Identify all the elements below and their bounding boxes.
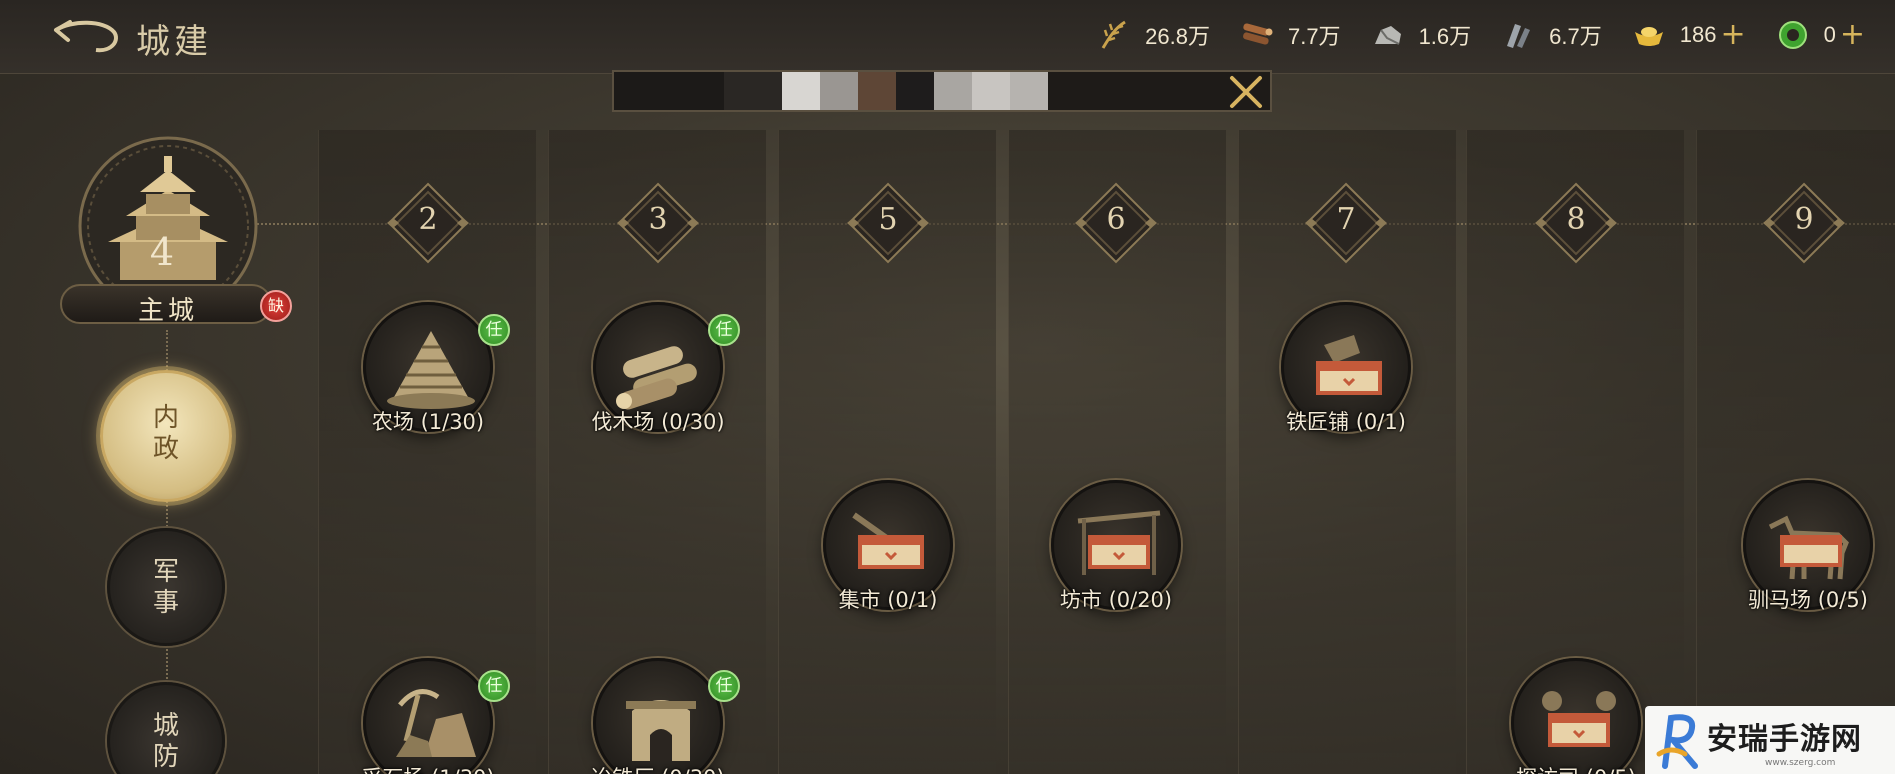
iron-amount: 6.7万	[1549, 24, 1602, 49]
building-blacksmith[interactable]: 铁匠铺 (0/1)	[1276, 302, 1416, 436]
tier-number: 2	[418, 202, 438, 237]
add-gold-button[interactable]: +	[1720, 20, 1745, 50]
tier-marker: 6	[1073, 180, 1159, 266]
main-city-level: 4	[149, 230, 175, 274]
resource-stone: 1.6万	[1371, 18, 1472, 52]
jade-icon	[1778, 21, 1807, 49]
building-visit-office[interactable]: 探访司 (0/5)	[1506, 658, 1646, 774]
smelter-icon	[626, 700, 696, 761]
tab-military[interactable]: 军 事	[107, 528, 225, 646]
iron-icon	[1507, 24, 1531, 48]
tier-marker: 9	[1761, 180, 1847, 266]
tab-domestic[interactable]: 内 政	[100, 370, 232, 502]
top-bar: 城建 26.8万 7.7万 1.6万 6.7万 186 + 0 +	[0, 0, 1895, 74]
tab-defense-label-1: 城	[152, 711, 179, 741]
building-label: 坊市 (0/20)	[1059, 588, 1173, 612]
tab-defense[interactable]: 城 防	[107, 682, 225, 774]
stone-amount: 1.6万	[1418, 24, 1472, 49]
tab-defense-label-2: 防	[152, 742, 179, 772]
tier-number: 8	[1566, 202, 1586, 237]
grain-icon	[1101, 20, 1126, 49]
tier-number: 5	[878, 202, 898, 237]
resource-jade: 0 +	[1776, 18, 1865, 52]
task-badge: 任	[708, 670, 740, 702]
gold-ingot-icon	[1634, 27, 1663, 46]
building-smelter[interactable]: 冶铁厂 (0/30) 任	[588, 658, 740, 774]
tab-military-label-2: 事	[152, 588, 179, 618]
tier-marker: 3	[615, 180, 701, 266]
tab-military-label-1: 军	[152, 557, 179, 587]
wood-icon	[1243, 23, 1273, 45]
resource-gold: 186 +	[1632, 18, 1746, 52]
missing-badge: 缺	[260, 290, 292, 322]
page-title: 城建	[136, 22, 212, 62]
building-market[interactable]: 集市 (0/1)	[818, 480, 958, 614]
resource-wood: 7.7万	[1240, 18, 1341, 52]
building-label: 探访司 (0/5)	[1506, 762, 1646, 774]
gold-amount: 186	[1679, 22, 1717, 47]
building-label: 农场 (1/30)	[371, 410, 485, 434]
tier-marker: 8	[1533, 180, 1619, 266]
building-label: 驯马场 (0/5)	[1748, 588, 1868, 612]
stone-icon	[1374, 26, 1401, 45]
building-label: 冶铁厂 (0/30)	[588, 762, 728, 774]
quarry-icon	[396, 689, 476, 757]
redacted-banner	[612, 70, 1272, 112]
tab-domestic-label-2: 政	[152, 434, 179, 464]
tier-number: 7	[1336, 202, 1356, 237]
building-horse-ranch[interactable]: 驯马场 (0/5)	[1738, 480, 1878, 614]
tier-number: 9	[1794, 202, 1814, 237]
building-label: 采石场 (1/30)	[358, 762, 498, 774]
building-lumber-mill[interactable]: 伐木场 (0/30) 任	[588, 302, 740, 436]
back-button[interactable]	[52, 18, 122, 58]
task-badge: 任	[708, 314, 740, 346]
tab-domestic-label-1: 内	[152, 403, 179, 433]
site-watermark: 安瑞手游网 www.szerg.com	[1645, 706, 1895, 774]
close-button[interactable]	[1228, 74, 1264, 110]
watermark-logo-icon	[1656, 714, 1698, 769]
add-jade-button[interactable]: +	[1840, 20, 1865, 50]
building-label: 伐木场 (0/30)	[591, 410, 725, 434]
building-farm[interactable]: 农场 (1/30) 任	[358, 302, 510, 436]
resource-grain: 26.8万	[1097, 18, 1210, 52]
building-label: 集市 (0/1)	[838, 588, 938, 612]
resource-bar: 26.8万 7.7万 1.6万 6.7万 186 + 0 +	[1067, 18, 1865, 52]
building-workshop-market[interactable]: 坊市 (0/20)	[1046, 480, 1186, 614]
tier-number: 6	[1106, 202, 1126, 237]
tier-marker: 5	[845, 180, 931, 266]
back-arrow-icon	[54, 20, 118, 53]
watermark-text: 安瑞手游网	[1707, 722, 1862, 757]
main-city-name-bar[interactable]: 主城	[60, 284, 272, 326]
main-city-name: 主城	[137, 296, 198, 326]
resource-iron: 6.7万	[1501, 18, 1602, 52]
building-label: 铁匠铺 (0/1)	[1286, 410, 1406, 434]
wood-amount: 7.7万	[1287, 24, 1341, 49]
tier-marker: 7	[1303, 180, 1389, 266]
jade-amount: 0	[1823, 22, 1836, 47]
task-badge: 任	[478, 314, 510, 346]
grain-amount: 26.8万	[1145, 24, 1210, 49]
building-quarry[interactable]: 采石场 (1/30) 任	[358, 658, 510, 774]
task-badge: 任	[478, 670, 510, 702]
watermark-url: www.szerg.com	[1765, 758, 1836, 768]
visit-office-icon	[1542, 691, 1616, 747]
tier-number: 3	[648, 202, 668, 237]
tier-marker: 2	[385, 180, 471, 266]
crossed-swords-icon	[1230, 76, 1262, 108]
